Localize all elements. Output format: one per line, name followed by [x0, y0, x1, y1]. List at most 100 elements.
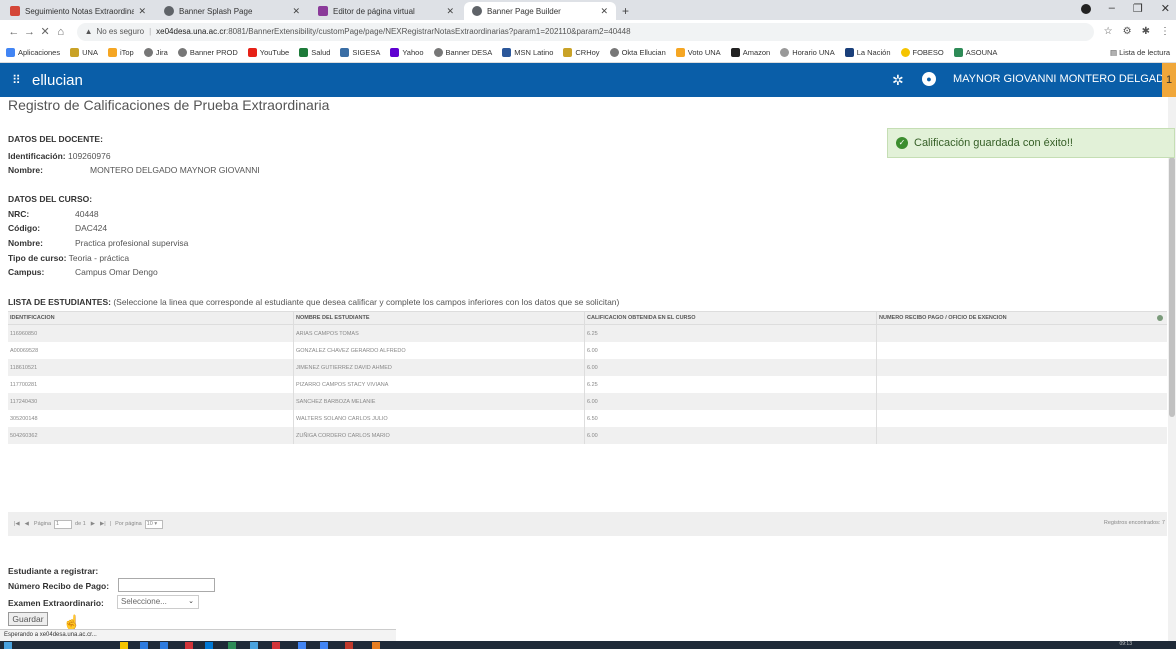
- student-name: ARIAS CAMPOS TOMAS: [294, 325, 585, 342]
- save-button[interactable]: Guardar: [8, 612, 48, 626]
- table-row[interactable]: 504260362 ZUÑIGA CORDERO CARLOS MARIO 6.…: [8, 427, 1167, 444]
- bookmark-item[interactable]: CRHoy: [563, 48, 600, 57]
- browser-tab-3[interactable]: Editor de página virtual ✕: [310, 2, 462, 20]
- docente-name-row: Nombre: MONTERO DELGADO MAYNOR GIOVANNI: [8, 165, 260, 175]
- student-receipt: [877, 325, 1167, 342]
- taskbar-app-icon[interactable]: [120, 642, 128, 649]
- restore-icon[interactable]: ❐: [1133, 2, 1143, 15]
- taskbar-app-icon[interactable]: [250, 642, 258, 649]
- bookmark-item[interactable]: Salud: [299, 48, 330, 57]
- bookmark-icon: [143, 48, 153, 57]
- bookmark-item[interactable]: Banner DESA: [433, 48, 492, 57]
- docente-id-row: Identificación: 109260976: [8, 151, 111, 161]
- close-window-icon[interactable]: ✕: [1161, 2, 1170, 15]
- bookmark-item[interactable]: Amazon: [730, 48, 770, 57]
- url-field[interactable]: ▲ No es seguro | xe04desa.una.ac.cr :808…: [76, 22, 1094, 41]
- bookmark-item[interactable]: YouTube: [247, 48, 289, 57]
- taskbar-app-icon[interactable]: [185, 642, 193, 649]
- next-page-icon[interactable]: ▶: [91, 521, 95, 527]
- close-tab-icon[interactable]: ✕: [446, 6, 454, 17]
- page-number-input[interactable]: 1: [54, 519, 73, 529]
- taskbar-app-icon[interactable]: [345, 642, 353, 649]
- yahoo-icon: [390, 48, 400, 57]
- prev-page-icon[interactable]: ◀: [25, 521, 29, 527]
- taskbar-app-icon[interactable]: [160, 642, 168, 649]
- page-scrollbar[interactable]: [1168, 97, 1176, 641]
- extension-icon[interactable]: ⚙: [1123, 26, 1132, 37]
- last-page-icon[interactable]: ▶|: [100, 521, 106, 527]
- column-settings-icon[interactable]: [1157, 315, 1163, 321]
- browser-tab-2[interactable]: Banner Splash Page ✕: [156, 2, 308, 20]
- bookmark-item[interactable]: Jira: [143, 48, 168, 57]
- os-taskbar: 09:13: [0, 641, 1176, 649]
- bookmark-item[interactable]: UNA: [70, 48, 98, 57]
- editor-favicon-icon: [318, 6, 328, 16]
- per-page-select[interactable]: 10 ▾: [144, 519, 163, 529]
- bookmark-item[interactable]: Voto UNA: [675, 48, 721, 57]
- exam-select[interactable]: Seleccione... ⌄: [117, 595, 199, 609]
- brand-logo[interactable]: ellucian: [32, 72, 83, 89]
- bookmark-item[interactable]: FOBESO: [900, 48, 944, 57]
- user-name[interactable]: MAYNOR GIOVANNI MONTERO DELGADO: [953, 73, 1173, 85]
- stop-icon[interactable]: ✕: [37, 25, 53, 38]
- docente-id-value: 109260976: [68, 151, 111, 161]
- user-avatar-icon[interactable]: ●: [922, 72, 936, 86]
- menu-icon[interactable]: ⋮: [1160, 26, 1170, 37]
- docente-heading: DATOS DEL DOCENTE:: [8, 134, 103, 144]
- bookmark-icon: [433, 48, 443, 57]
- student-name: GONZALEZ CHAVEZ GERARDO ALFREDO: [294, 342, 585, 359]
- close-tab-icon[interactable]: ✕: [138, 6, 146, 17]
- table-row[interactable]: 118610521 JIMENEZ GUTIERREZ DAVID AHMED …: [8, 359, 1167, 376]
- taskbar-app-icon[interactable]: [272, 642, 280, 649]
- back-icon[interactable]: ←: [6, 26, 22, 38]
- reading-list[interactable]: ▤ Lista de lectura: [1110, 48, 1170, 57]
- browser-tab-4[interactable]: Banner Page Builder ✕: [464, 2, 616, 20]
- bookmark-item[interactable]: Banner PROD: [177, 48, 238, 57]
- start-icon[interactable]: [4, 642, 12, 649]
- bookmark-item[interactable]: iTop: [107, 48, 134, 57]
- taskbar-app-icon[interactable]: [298, 642, 306, 649]
- gear-icon[interactable]: ✲: [892, 72, 904, 89]
- bookmark-item[interactable]: Horario UNA: [780, 48, 835, 57]
- table-row[interactable]: A00069528 GONZALEZ CHAVEZ GERARDO ALFRED…: [8, 342, 1167, 359]
- puzzle-icon[interactable]: ✱: [1142, 26, 1150, 37]
- browser-tab-1[interactable]: Seguimiento Notas Extraordinar ✕: [2, 2, 154, 20]
- window-controls: – ❐ ✕: [1080, 2, 1170, 15]
- bookmark-item[interactable]: Okta Ellucian: [609, 48, 666, 57]
- taskbar-app-icon[interactable]: [205, 642, 213, 649]
- table-row[interactable]: 117700281 PIZARRO CAMPOS STACY VIVIANA 6…: [8, 376, 1167, 393]
- minimize-icon[interactable]: –: [1109, 2, 1115, 15]
- profile-record-icon[interactable]: [1080, 4, 1091, 14]
- taskbar-app-icon[interactable]: [320, 642, 328, 649]
- forward-icon[interactable]: →: [22, 26, 38, 38]
- grid-menu-icon[interactable]: ⠿: [12, 73, 24, 87]
- column-header[interactable]: NOMBRE DEL ESTUDIANTE: [294, 312, 585, 324]
- student-receipt: [877, 376, 1167, 393]
- column-header[interactable]: IDENTIFICACION: [8, 312, 294, 324]
- student-grade: 6.00: [585, 359, 877, 376]
- scrollbar-thumb[interactable]: [1169, 157, 1175, 417]
- home-icon[interactable]: ⌂: [53, 26, 69, 38]
- bookmark-item[interactable]: SIGESA: [340, 48, 380, 57]
- taskbar-app-icon[interactable]: [372, 642, 380, 649]
- bookmark-item[interactable]: MSN Latino: [502, 48, 553, 57]
- column-header[interactable]: CALIFICACION OBTENIDA EN EL CURSO: [585, 312, 877, 324]
- new-tab-button[interactable]: +: [622, 2, 629, 20]
- receipt-input[interactable]: [118, 578, 215, 592]
- close-tab-icon[interactable]: ✕: [600, 6, 608, 17]
- table-row[interactable]: 116960850 ARIAS CAMPOS TOMAS 6.25: [8, 325, 1167, 342]
- column-header[interactable]: NUMERO RECIBO PAGO / OFICIO DE EXENCION: [877, 312, 1167, 324]
- bookmark-item[interactable]: La Nación: [844, 48, 891, 57]
- notification-badge[interactable]: 1: [1162, 63, 1176, 97]
- table-row[interactable]: 117240430 SANCHEZ BARBOZA MELANIE 6.00: [8, 393, 1167, 410]
- star-icon[interactable]: ☆: [1104, 26, 1113, 37]
- bookmark-item[interactable]: Yahoo: [390, 48, 424, 57]
- bookmark-item[interactable]: ASOUNA: [953, 48, 997, 57]
- bookmark-item[interactable]: Aplicaciones: [6, 48, 60, 57]
- bookmark-icon: [563, 48, 573, 57]
- table-row[interactable]: 305200148 WALTERS SOLANO CARLOS JULIO 6.…: [8, 410, 1167, 427]
- close-tab-icon[interactable]: ✕: [292, 6, 300, 17]
- taskbar-app-icon[interactable]: [228, 642, 236, 649]
- taskbar-app-icon[interactable]: [140, 642, 148, 649]
- first-page-icon[interactable]: |◀: [14, 521, 20, 527]
